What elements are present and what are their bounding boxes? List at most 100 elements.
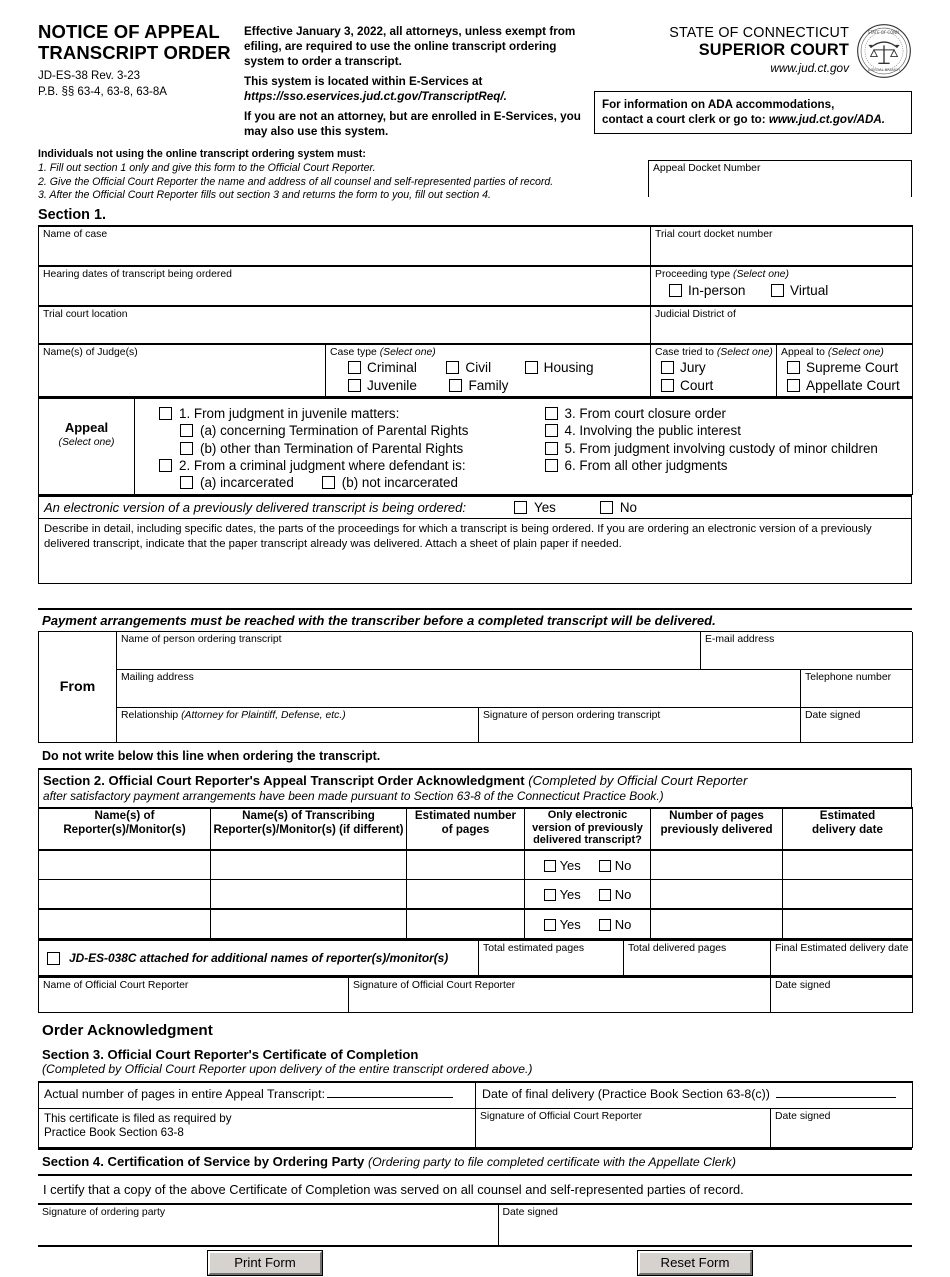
appeal-option-1a[interactable]: (a) concerning Termination of Parental R… <box>135 422 545 439</box>
cell-estimated-pages-3[interactable] <box>406 908 525 940</box>
cell-estimated-delivery-date-3[interactable] <box>782 908 913 940</box>
field-appeal-docket-number[interactable]: Appeal Docket Number <box>648 160 912 198</box>
cell-pages-previously-delivered-2[interactable] <box>650 879 783 910</box>
cell-estimated-pages-2[interactable] <box>406 879 525 910</box>
checkbox-appeal-2[interactable] <box>159 459 172 473</box>
table-row[interactable]: Yes No <box>38 879 913 910</box>
checkbox-row2-no[interactable] <box>598 889 611 902</box>
checkbox-appeal-to-appellate[interactable] <box>787 379 801 393</box>
cell-transcribing-name-2[interactable] <box>210 879 407 910</box>
appeal-option-1[interactable]: 1. From judgment in juvenile matters: <box>135 405 545 422</box>
appeal-options-right: 3. From court closure order 4. Involving… <box>544 397 913 495</box>
field-name-of-person-ordering[interactable]: Name of person ordering transcript <box>116 631 701 670</box>
field-mailing-address[interactable]: Mailing address <box>116 668 801 708</box>
checkbox-appeal-4[interactable] <box>544 424 558 438</box>
field-signature-ordering-party[interactable]: Signature of ordering party <box>38 1203 499 1248</box>
field-jd-es-038c-attached[interactable]: JD-ES-038C attached for additional names… <box>38 939 479 977</box>
cell-reporter-name-3[interactable] <box>38 908 211 940</box>
field-name-of-official-court-reporter[interactable]: Name of Official Court Reporter <box>38 976 349 1014</box>
checkbox-appeal-6[interactable] <box>544 459 558 473</box>
field-date-signed-s4[interactable]: Date signed <box>497 1203 912 1248</box>
field-hearing-dates[interactable]: Hearing dates of transcript being ordere… <box>37 264 652 307</box>
checkbox-electronic-yes[interactable] <box>514 500 527 514</box>
field-name-of-case[interactable]: Name of case <box>37 224 652 267</box>
field-names-of-judges[interactable]: Name(s) of Judge(s) <box>38 342 326 397</box>
checkbox-proceeding-in-person[interactable] <box>669 284 683 298</box>
checkbox-tried-to-jury[interactable] <box>661 361 675 375</box>
field-email-address[interactable]: E-mail address <box>699 631 914 670</box>
cell-estimated-pages-1[interactable] <box>406 849 525 881</box>
cell-transcribing-name-3[interactable] <box>210 908 407 940</box>
cell-estimated-delivery-date-2[interactable] <box>782 879 913 910</box>
cell-only-electronic-2[interactable]: Yes No <box>524 879 651 910</box>
field-final-estimated-delivery-date[interactable]: Final Estimated delivery date <box>770 939 913 977</box>
reset-form-button[interactable]: Reset Form <box>638 1251 752 1276</box>
checkbox-proceeding-virtual[interactable] <box>771 284 785 298</box>
checkbox-electronic-no[interactable] <box>599 500 613 514</box>
cell-pages-previously-delivered-1[interactable] <box>650 849 783 881</box>
field-describe-proceedings[interactable]: Describe in detail, including specific d… <box>38 518 912 584</box>
field-case-type[interactable]: Case type (Select one) Criminal Civil Ho… <box>324 342 652 397</box>
appeal-option-3[interactable]: 3. From court closure order <box>544 405 913 422</box>
table-row[interactable]: Yes No <box>38 908 913 940</box>
cell-only-electronic-3[interactable]: Yes No <box>524 908 651 940</box>
field-signature-person-ordering[interactable]: Signature of person ordering transcript <box>478 706 801 743</box>
input-actual-pages[interactable] <box>327 1087 454 1099</box>
field-signature-official-court-reporter-s3[interactable]: Signature of Official Court Reporter <box>475 1108 771 1149</box>
checkbox-appeal-2b[interactable] <box>321 476 335 490</box>
appeal-option-2[interactable]: 2. From a criminal judgment where defend… <box>135 457 545 474</box>
cell-only-electronic-1[interactable]: Yes No <box>524 849 651 881</box>
cell-reporter-name-1[interactable] <box>38 849 211 881</box>
checkbox-appeal-1[interactable] <box>159 406 172 420</box>
field-total-delivered-pages[interactable]: Total delivered pages <box>623 939 771 977</box>
field-date-signed-s2[interactable]: Date signed <box>770 976 913 1014</box>
checkbox-appeal-5[interactable] <box>544 441 558 455</box>
checkbox-appeal-2a[interactable] <box>180 476 193 490</box>
field-signature-official-court-reporter-s2[interactable]: Signature of Official Court Reporter <box>348 976 771 1014</box>
checkbox-row1-no[interactable] <box>598 860 611 873</box>
checkbox-appeal-to-supreme[interactable] <box>787 361 801 375</box>
field-label-date-signed-from: Date signed <box>805 709 861 721</box>
field-label-case-tried-to: Case tried to (Select one) <box>651 345 776 359</box>
field-judicial-district[interactable]: Judicial District of <box>650 304 914 345</box>
input-date-final-delivery[interactable] <box>775 1087 896 1099</box>
cell-pages-previously-delivered-3[interactable] <box>650 908 783 940</box>
checkbox-row3-yes[interactable] <box>543 919 556 932</box>
field-date-final-delivery[interactable]: Date of final delivery (Practice Book Se… <box>474 1081 914 1110</box>
checkbox-row3-no[interactable] <box>598 919 611 932</box>
field-proceeding-type[interactable]: Proceeding type (Select one) In-person V… <box>650 264 914 307</box>
checkbox-tried-to-court[interactable] <box>661 379 675 393</box>
checkbox-case-type-civil[interactable] <box>446 361 460 375</box>
checkbox-appeal-3[interactable] <box>544 406 558 420</box>
cell-estimated-delivery-date-1[interactable] <box>782 849 913 881</box>
table-row[interactable]: Yes No <box>38 849 913 881</box>
checkbox-jd-es-038c-attached[interactable] <box>47 951 60 965</box>
field-total-estimated-pages[interactable]: Total estimated pages <box>478 939 624 977</box>
field-appeal-to[interactable]: Appeal to (Select one) Supreme Court App… <box>776 342 914 397</box>
appeal-option-1b[interactable]: (b) other than Termination of Parental R… <box>135 440 545 457</box>
cell-reporter-name-2[interactable] <box>38 879 211 910</box>
field-trial-court-location[interactable]: Trial court location <box>37 304 652 345</box>
appeal-option-4[interactable]: 4. Involving the public interest <box>544 422 913 439</box>
appeal-option-6[interactable]: 6. From all other judgments <box>544 457 913 474</box>
checkbox-row2-yes[interactable] <box>543 889 556 902</box>
cell-transcribing-name-1[interactable] <box>210 849 407 881</box>
field-date-signed-from[interactable]: Date signed <box>799 706 914 743</box>
field-actual-pages[interactable]: Actual number of pages in entire Appeal … <box>38 1081 476 1110</box>
field-telephone-number[interactable]: Telephone number <box>799 668 914 708</box>
checkbox-case-type-criminal[interactable] <box>348 361 361 375</box>
field-date-signed-s3[interactable]: Date signed <box>769 1108 914 1149</box>
checkbox-row1-yes[interactable] <box>543 860 556 873</box>
appeal-option-5[interactable]: 5. From judgment involving custody of mi… <box>544 440 913 457</box>
checkbox-appeal-1b[interactable] <box>180 441 193 455</box>
field-relationship[interactable]: Relationship (Attorney for Plaintiff, De… <box>116 706 479 743</box>
checkbox-appeal-1a[interactable] <box>180 424 193 438</box>
checkbox-case-type-juvenile[interactable] <box>348 379 361 393</box>
field-trial-court-docket-number[interactable]: Trial court docket number <box>650 224 914 267</box>
efiling-notice-p3: If you are not an attorney, but are enro… <box>244 110 581 139</box>
checkbox-case-type-housing[interactable] <box>524 361 538 375</box>
print-form-button[interactable]: Print Form <box>208 1251 322 1276</box>
checkbox-case-type-family[interactable] <box>449 379 463 393</box>
field-case-tried-to[interactable]: Case tried to (Select one) Jury Court <box>650 342 778 397</box>
appeal-option-2ab[interactable]: (a) incarcerated (b) not incarcerated <box>135 474 545 491</box>
